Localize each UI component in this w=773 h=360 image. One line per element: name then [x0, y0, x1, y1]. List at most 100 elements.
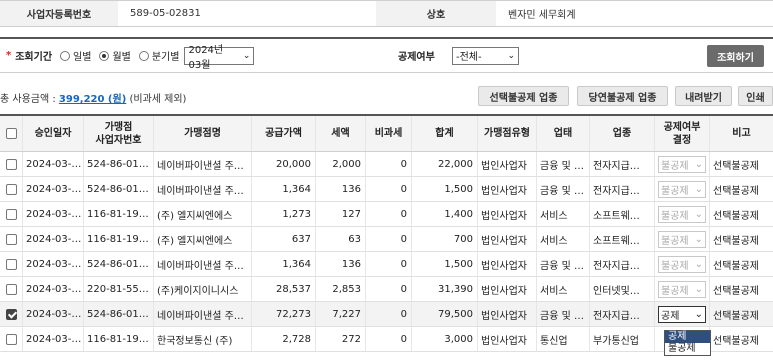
- cell-date: 2024-03-…: [23, 327, 84, 351]
- table-row[interactable]: 2024-03-… 524-86-01… 네이버파이낸셜 주… 1,364 136 0 1,…: [0, 177, 773, 202]
- deduct-decision-select[interactable]: 불공제 ⌄: [658, 280, 706, 298]
- total-amount-link[interactable]: 399,220 (원): [59, 94, 126, 105]
- deduct-decision-select[interactable]: 불공제 ⌄: [658, 180, 706, 198]
- chevron-down-icon: ⌄: [694, 308, 703, 320]
- cell-biz-type: 금융 및 …: [537, 302, 590, 326]
- cell-nontax: 0: [366, 327, 412, 351]
- cell-supply: 28,537: [252, 277, 316, 301]
- radio-monthly-label[interactable]: 월별: [112, 48, 130, 63]
- row-checkbox-cell: [0, 202, 23, 226]
- natural-deduct-industry-button[interactable]: 당연불공제 업종: [577, 86, 668, 106]
- deduct-decision-select[interactable]: 불공제 ⌄: [658, 255, 706, 273]
- cell-biz-type: 금융 및 …: [537, 177, 590, 201]
- cell-deduct: 불공제 ⌄: [655, 177, 710, 201]
- business-name-label: 상호: [376, 1, 496, 26]
- row-checkbox[interactable]: [5, 258, 17, 270]
- table-row[interactable]: 2024-03-… 116-81-19… (주) 엘지씨엔에스 637 63 0 700 법인…: [0, 227, 773, 252]
- cell-industry: 전자지급…: [590, 152, 655, 176]
- radio-monthly[interactable]: [99, 50, 110, 61]
- cell-merchant-name: (주) 엘지씨엔에스: [154, 202, 252, 226]
- cell-merchant-type: 법인사업자: [478, 277, 537, 301]
- cell-nontax: 0: [366, 252, 412, 276]
- cell-note: 선택불공제: [713, 285, 759, 297]
- row-checkbox[interactable]: [5, 283, 17, 295]
- cell-merchant-name: (주)케이지이니시스: [154, 277, 252, 301]
- table-row[interactable]: 2024-03-… 220-81-55… (주)케이지이니시스 28,537 2,853…: [0, 277, 773, 302]
- cell-bizno: 524-86-01…: [84, 302, 154, 326]
- header-supply: 공급가액: [252, 116, 316, 151]
- chevron-down-icon: ⌄: [694, 158, 703, 170]
- row-checkbox-cell: [0, 152, 23, 176]
- cell-total: 1,500: [412, 177, 478, 201]
- row-checkbox-cell: [0, 177, 23, 201]
- cell-note: 선택불공제: [713, 335, 759, 347]
- select-all-checkbox[interactable]: [5, 128, 17, 139]
- cell-tax: 136: [316, 252, 366, 276]
- optional-deduct-industry-button[interactable]: 선택불공제 업종: [478, 86, 569, 106]
- cell-tax: 127: [316, 202, 366, 226]
- cell-nontax: 0: [366, 277, 412, 301]
- deduct-decision-select[interactable]: 불공제 ⌄: [658, 155, 706, 173]
- header-select-all[interactable]: [0, 116, 23, 151]
- cell-merchant-type: 법인사업자: [478, 177, 537, 201]
- row-checkbox[interactable]: [5, 333, 17, 345]
- header-biz-type: 업태: [537, 116, 590, 151]
- deduct-select-value: -전체-: [456, 52, 482, 63]
- radio-quarterly-label[interactable]: 분기별: [152, 48, 180, 63]
- deduct-decision-select[interactable]: 불공제 ⌄: [658, 230, 706, 248]
- cell-date: 2024-03-…: [23, 227, 84, 251]
- table-header: 승인일자 가맹점 사업자번호 가맹점명 공급가액 세액 비과세 합계 가맹점유형 …: [0, 116, 773, 152]
- row-checkbox[interactable]: [5, 183, 17, 195]
- deduct-decision-select[interactable]: 공제 ⌄: [658, 305, 706, 323]
- cell-total: 3,000: [412, 327, 478, 351]
- deduct-decision-select[interactable]: 불공제 ⌄: [658, 205, 706, 223]
- download-button[interactable]: 내려받기: [675, 86, 732, 106]
- print-button[interactable]: 인쇄: [738, 86, 773, 106]
- search-button[interactable]: 조회하기: [707, 45, 764, 67]
- cell-industry: 소프트웨…: [590, 227, 655, 251]
- cell-note: 선택불공제: [713, 160, 759, 172]
- table-row[interactable]: 2024-03-… 116-81-19… 한국정보통신 (주) 2,728 272 0 3,…: [0, 327, 773, 352]
- cell-biz-type: 서비스: [537, 277, 590, 301]
- cell-tax: 63: [316, 227, 366, 251]
- cell-bizno: 116-81-19…: [84, 202, 154, 226]
- row-checkbox[interactable]: [5, 158, 17, 170]
- cell-total: 1,500: [412, 252, 478, 276]
- table-row[interactable]: 2024-03-… 524-86-01… 네이버파이낸셜 주… 1,364 136 0 1,…: [0, 252, 773, 277]
- cell-supply: 1,273: [252, 202, 316, 226]
- cell-note: 선택불공제: [713, 185, 759, 197]
- deduct-dropdown-list[interactable]: 공제 불공제: [664, 330, 711, 356]
- radio-daily-label[interactable]: 일별: [73, 48, 91, 63]
- table-row[interactable]: 2024-03-… 116-81-19… (주) 엘지씨엔에스 1,273 127 0 1,…: [0, 202, 773, 227]
- row-checkbox[interactable]: [5, 308, 17, 320]
- header-date: 승인일자: [23, 116, 84, 151]
- header-deduct-line2: 결정: [672, 134, 692, 146]
- header-note: 비고: [732, 128, 751, 139]
- radio-daily[interactable]: [60, 50, 71, 61]
- cell-biz-type: 금융 및 …: [537, 252, 590, 276]
- cell-date: 2024-03-…: [23, 152, 84, 176]
- dropdown-option-nondeduct[interactable]: 불공제: [665, 343, 710, 355]
- radio-quarterly[interactable]: [138, 50, 149, 61]
- header-merchant-bizno-line1: 가맹점: [104, 121, 133, 133]
- cell-industry: 전자지급…: [590, 302, 655, 326]
- dropdown-option-deduct[interactable]: 공제: [665, 331, 710, 343]
- transactions-table: 승인일자 가맹점 사업자번호 가맹점명 공급가액 세액 비과세 합계 가맹점유형 …: [0, 114, 773, 352]
- deduct-decision-value: 불공제: [661, 185, 689, 197]
- table-row[interactable]: 2024-03-… 524-86-01… 네이버파이낸셜 주… 72,273 7,227…: [0, 302, 773, 327]
- deduct-decision-value: 불공제: [661, 210, 689, 222]
- cell-merchant-type: 법인사업자: [478, 327, 537, 351]
- row-checkbox-cell: [0, 252, 23, 276]
- deduct-select[interactable]: -전체- ⌄: [452, 46, 519, 65]
- chevron-down-icon: ⌄: [694, 283, 703, 295]
- header-merchant-bizno: 가맹점 사업자번호: [84, 116, 154, 151]
- row-checkbox[interactable]: [5, 233, 17, 245]
- business-name-value: 벤자민 세무회계: [508, 10, 576, 21]
- row-checkbox[interactable]: [5, 208, 17, 220]
- cell-supply: 20,000: [252, 152, 316, 176]
- deduct-label: 공제여부: [398, 52, 435, 63]
- table-row[interactable]: 2024-03-… 524-86-01… 네이버파이낸셜 주… 20,000 2,000…: [0, 152, 773, 177]
- chevron-down-icon: ⌄: [694, 258, 703, 270]
- month-select[interactable]: 2024년 03월 ⌄: [184, 45, 255, 71]
- business-info-bar: 사업자등록번호 589-05-02831 상호 벤자민 세무회계: [0, 0, 773, 27]
